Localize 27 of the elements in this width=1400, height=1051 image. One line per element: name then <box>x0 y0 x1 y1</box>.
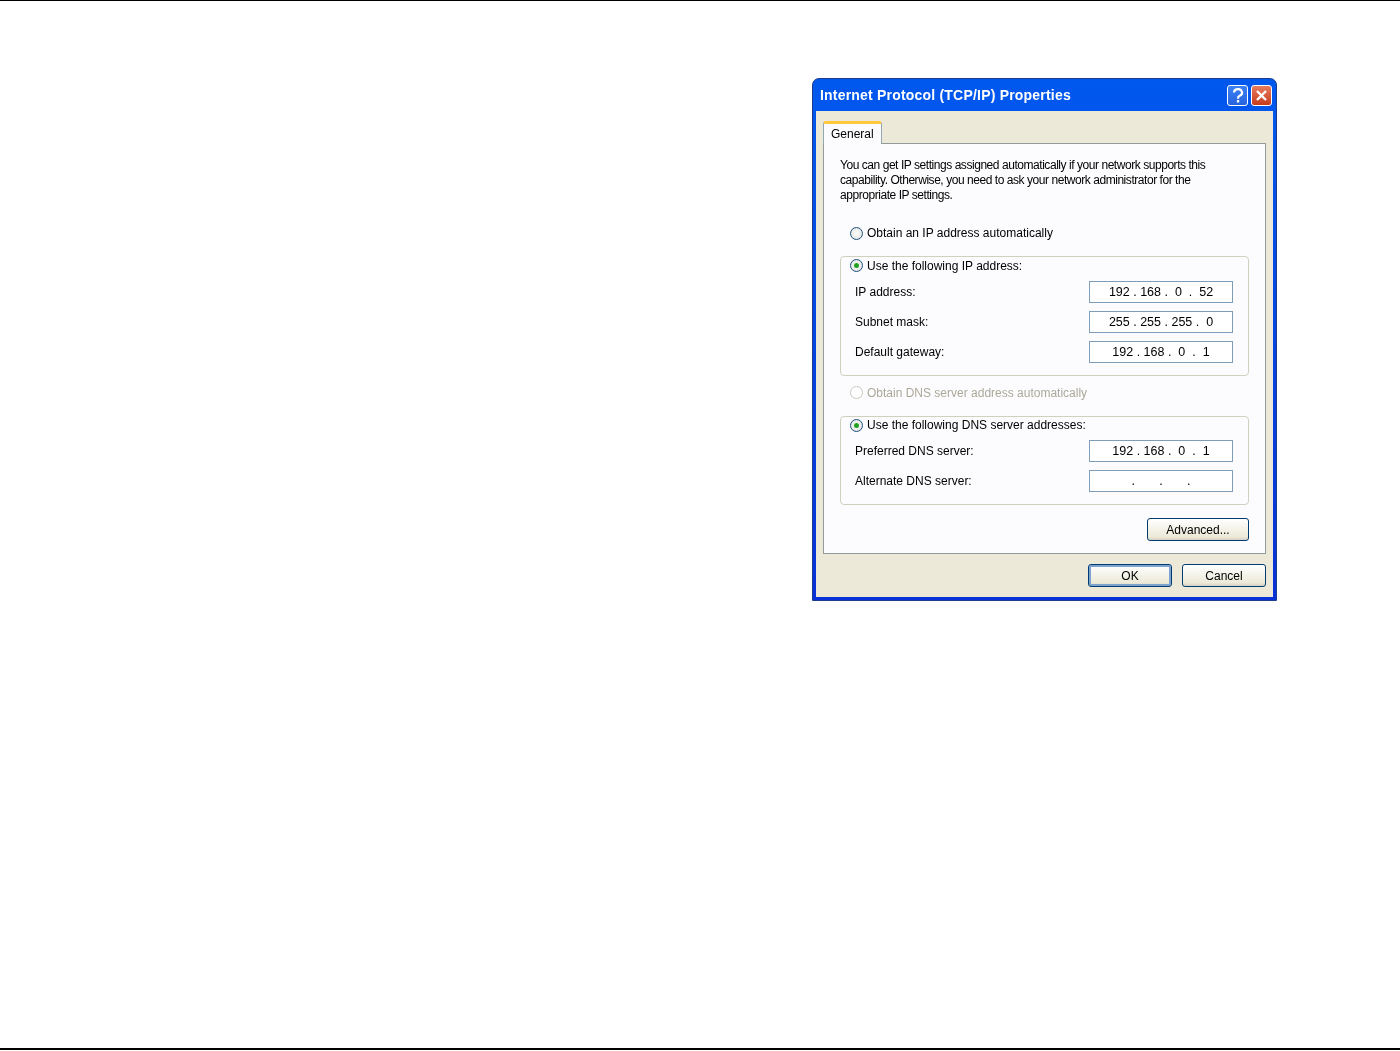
field-label: Subnet mask: <box>855 314 929 329</box>
field-label: Preferred DNS server: <box>855 444 974 458</box>
ip-address-field[interactable]: 192 . 168 . 0 . 1 <box>1089 440 1233 462</box>
question-mark-icon <box>1231 87 1244 103</box>
close-icon <box>1255 88 1268 102</box>
radio-label: Use the following IP address: <box>867 258 1023 273</box>
window-title: Internet Protocol (TCP/IP) Properties <box>820 87 1071 103</box>
radio-label: Obtain an IP address automatically <box>867 226 1053 240</box>
ip-address-field[interactable]: . . . <box>1089 470 1233 492</box>
intro-text: You can get IP settings assigned automatically if your network supports this capability. Otherwise, you need to ask your network administrator for the appropriate IP settings. <box>840 158 1207 203</box>
ip-address-field[interactable]: 255 . 255 . 255 . 0 <box>1089 310 1233 333</box>
advanced-button[interactable]: Advanced... <box>1147 518 1249 541</box>
radio-button[interactable] <box>850 259 863 272</box>
field-label: Default gateway: <box>855 344 945 359</box>
dialog-button[interactable]: OK <box>1088 564 1172 587</box>
close-button[interactable] <box>1251 84 1272 106</box>
radio-label: Use the following DNS server addresses: <box>867 418 1086 432</box>
tab[interactable]: General <box>823 121 882 144</box>
ip-address-field[interactable]: 192 . 168 . 0 . 52 <box>1089 280 1233 303</box>
radio-button[interactable] <box>850 418 863 432</box>
radio-button[interactable] <box>850 226 863 240</box>
radio-label: Obtain DNS server address automatically <box>867 385 1088 400</box>
dialog-button[interactable]: Cancel <box>1182 564 1266 587</box>
help-button[interactable] <box>1227 84 1248 106</box>
ip-address-field[interactable]: 192 . 168 . 0 . 1 <box>1089 340 1233 363</box>
field-label: Alternate DNS server: <box>855 474 972 488</box>
field-label: IP address: <box>855 284 916 299</box>
